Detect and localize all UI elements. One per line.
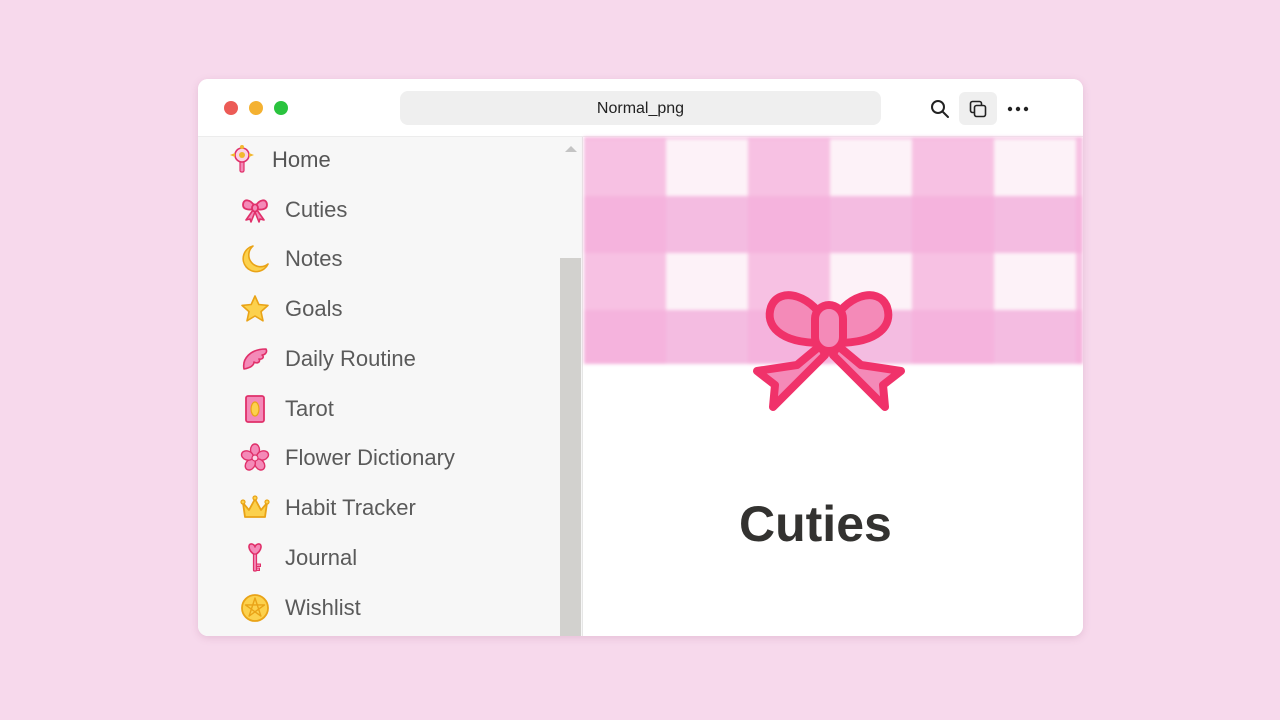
page-icon[interactable] [749, 287, 909, 419]
crown-icon [239, 492, 271, 524]
sidebar-item-label: Notes [285, 246, 343, 271]
browser-window: Normal_png Home Cuties Notes Goals Daily… [198, 79, 1083, 636]
scrollbar-thumb[interactable] [560, 258, 581, 636]
sidebar-item-label: Tarot [285, 396, 334, 421]
sidebar-item-tarot[interactable]: Tarot [239, 393, 334, 425]
sidebar-item-label: Goals [285, 296, 343, 321]
url-bar[interactable]: Normal_png [400, 91, 881, 125]
sidebar-item-goals[interactable]: Goals [239, 293, 342, 325]
more-button[interactable] [999, 92, 1037, 125]
sidebar-item-notes[interactable]: Notes [239, 243, 342, 275]
wing-icon [239, 343, 271, 375]
cherry-blossom-icon [239, 442, 271, 474]
url-bar-text: Normal_png [596, 100, 685, 117]
more-icon [1007, 106, 1029, 111]
search-icon [931, 99, 949, 118]
sidebar: Home Cuties Notes Goals Daily Routine Ta… [198, 137, 583, 636]
scroll-up-arrow[interactable] [565, 146, 577, 152]
maximize-window-button[interactable] [274, 101, 288, 115]
page-title[interactable]: Cuties [739, 495, 892, 553]
sidebar-item-habit-tracker[interactable]: Habit Tracker [239, 492, 416, 524]
bow-icon [239, 194, 271, 226]
sidebar-item-label: Journal [285, 545, 358, 570]
close-window-button[interactable] [224, 101, 238, 115]
sidebar-item-journal[interactable]: Journal [239, 542, 357, 574]
copy-icon [969, 100, 987, 117]
sidebar-item-label: Habit Tracker [285, 495, 416, 520]
copy-button[interactable] [959, 92, 997, 125]
tarot-card-icon [239, 393, 271, 425]
search-button[interactable] [921, 92, 959, 125]
crescent-moon-icon [239, 243, 271, 275]
star-icon [239, 293, 271, 325]
magic-wand-icon [226, 144, 258, 176]
sidebar-item-home[interactable]: Home [226, 144, 331, 176]
sidebar-item-label: Home [272, 147, 331, 172]
sidebar-item-flower-dictionary[interactable]: Flower Dictionary [239, 442, 455, 474]
bow-icon [753, 291, 905, 411]
page-content: Cuties [584, 137, 1083, 636]
sidebar-item-label: Flower Dictionary [285, 445, 455, 470]
sidebar-item-label: Wishlist [285, 595, 361, 620]
sidebar-item-daily-routine[interactable]: Daily Routine [239, 343, 416, 375]
heart-key-icon [239, 542, 271, 574]
minimize-window-button[interactable] [249, 101, 263, 115]
sidebar-item-label: Daily Routine [285, 346, 416, 371]
sidebar-item-label: Cuties [285, 197, 348, 222]
title-bar: Normal_png [198, 79, 1083, 137]
sidebar-item-cuties[interactable]: Cuties [239, 194, 347, 226]
sidebar-item-wishlist[interactable]: Wishlist [239, 592, 361, 624]
pentagram-coin-icon [239, 592, 271, 624]
